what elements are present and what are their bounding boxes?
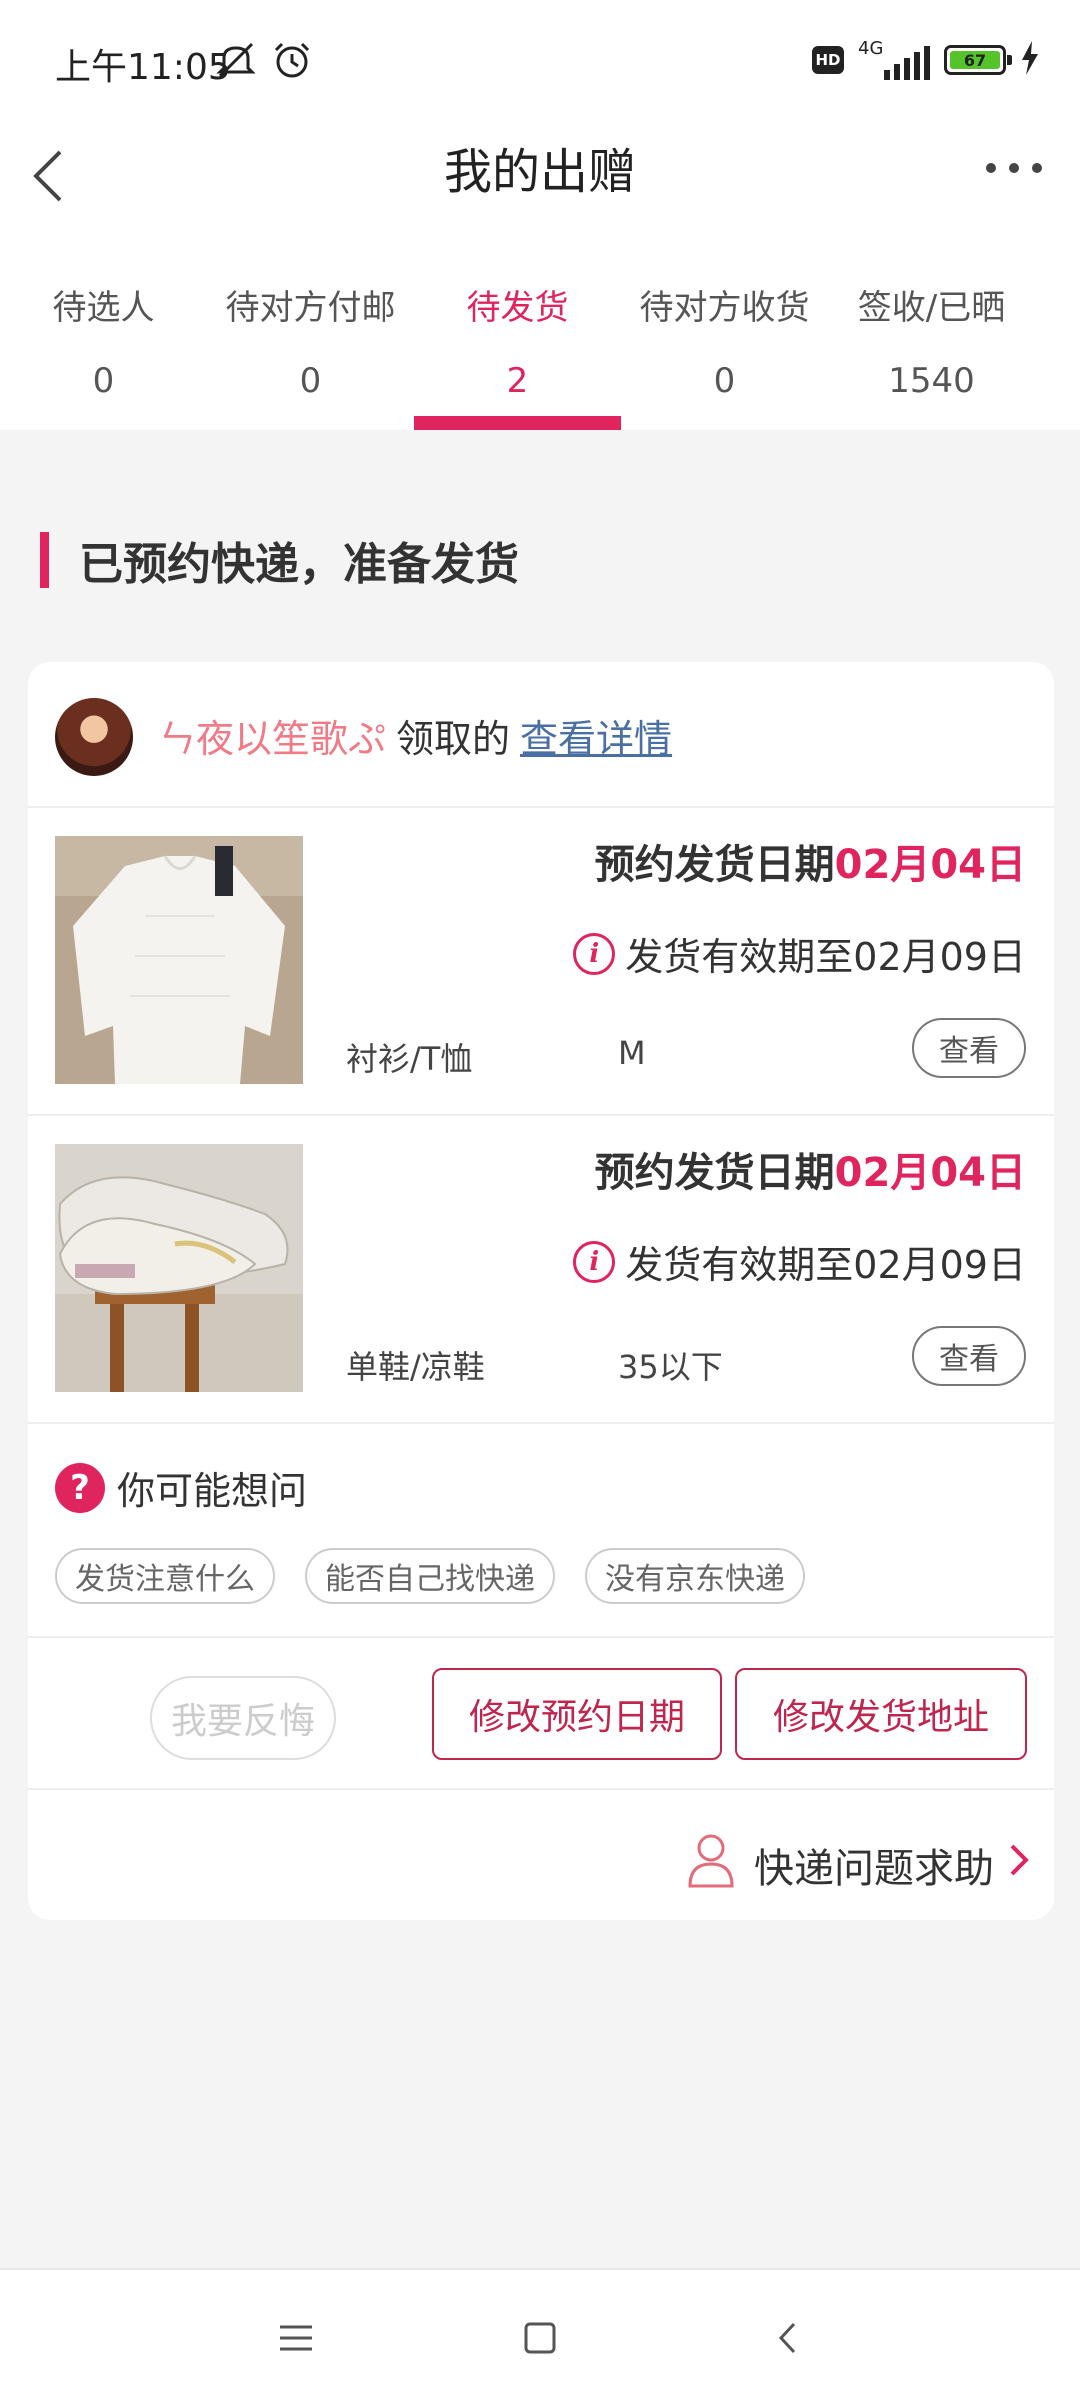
section-title: 已预约快递，准备发货	[40, 530, 519, 590]
battery-icon: 67	[944, 45, 1012, 75]
tab-label: 待选人	[52, 288, 155, 328]
ship-date-value: 02月04日	[834, 842, 1026, 888]
tab-count: 0	[92, 361, 115, 401]
faq-section: ? 你可能想问 发货注意什么 能否自己找快递 没有京东快递	[28, 1424, 1054, 1638]
claim-text: 领取的	[396, 717, 511, 761]
faq-chips: 发货注意什么 能否自己找快递 没有京东快递	[55, 1548, 805, 1604]
page-title: 我的出赠	[443, 144, 636, 200]
action-bar: 我要反悔 修改预约日期 修改发货地址	[28, 1638, 1054, 1790]
header: 我的出赠	[0, 120, 1080, 250]
item-category: 衬衫/T恤	[346, 1040, 473, 1078]
network-type: 4G	[858, 38, 884, 59]
ship-date-value: 02月04日	[834, 1150, 1026, 1196]
back-triangle-icon	[778, 2322, 796, 2354]
tab-pending-receive[interactable]: 待对方收货 0	[621, 250, 828, 430]
tab-count: 0	[299, 361, 322, 401]
charging-icon	[1020, 41, 1040, 79]
faq-chip-no-jd-express[interactable]: 没有京东快递	[585, 1548, 805, 1604]
ship-date: 预约发货日期02月04日	[595, 1140, 1026, 1198]
status-time: 上午11:05	[55, 47, 231, 88]
ship-date-label: 预约发货日期	[594, 842, 835, 888]
item-photo-shoes[interactable]	[55, 1144, 303, 1392]
back-nav-button[interactable]	[764, 2314, 812, 2362]
view-button[interactable]: 查看	[912, 1326, 1026, 1386]
tab-signed[interactable]: 签收/已晒 1540	[828, 250, 1035, 430]
valid-until: i 发货有效期至02月09日	[573, 1234, 1026, 1289]
valid-until: i 发货有效期至02月09日	[573, 926, 1026, 981]
hd-icon: HD	[812, 46, 844, 74]
faq-chip-own-courier[interactable]: 能否自己找快递	[305, 1548, 555, 1604]
valid-until-text: 发货有效期至02月09日	[625, 1243, 1026, 1287]
list-item: 预约发货日期02月04日 i 发货有效期至02月09日 衬衫/T恤 M 查看	[28, 808, 1054, 1116]
signal-icon: 4G	[858, 40, 930, 80]
tab-count: 2	[506, 361, 529, 401]
item-size: M	[618, 1034, 646, 1072]
view-button[interactable]: 查看	[912, 1018, 1026, 1078]
home-square-icon	[524, 2322, 556, 2354]
card-header: ㄣ夜以笙歌ぷ 领取的 查看详情	[28, 662, 1054, 808]
list-item: 预约发货日期02月04日 i 发货有效期至02月09日 单鞋/凉鞋 35以下 查…	[28, 1116, 1054, 1424]
change-date-button[interactable]: 修改预约日期	[432, 1668, 722, 1760]
chevron-right-icon	[1008, 1842, 1030, 1888]
item-photo-shirt[interactable]	[55, 836, 303, 1084]
menu-icon	[280, 2325, 312, 2351]
tab-label: 待对方收货	[639, 288, 810, 328]
avatar[interactable]	[55, 698, 133, 776]
battery-level: 67	[950, 51, 1000, 70]
person-icon	[686, 1832, 736, 1898]
info-icon: i	[573, 1240, 616, 1283]
tab-pending-select[interactable]: 待选人 0	[0, 250, 207, 430]
system-nav-bar	[0, 2268, 1080, 2400]
regret-button[interactable]: 我要反悔	[150, 1676, 336, 1760]
status-bar: 上午11:05 HD 4G 67	[0, 0, 1080, 120]
menu-nav-button[interactable]	[272, 2314, 320, 2362]
ship-date-label: 预约发货日期	[594, 1150, 835, 1196]
view-details-link[interactable]: 查看详情	[520, 708, 672, 763]
section-title-text: 已预约快递，准备发货	[79, 539, 519, 590]
tab-count: 0	[713, 361, 736, 401]
tab-pending-ship[interactable]: 待发货 2	[414, 250, 621, 430]
faq-chip-shipping-notes[interactable]: 发货注意什么	[55, 1548, 275, 1604]
valid-until-text: 发货有效期至02月09日	[625, 935, 1026, 979]
alarm-icon	[272, 40, 312, 84]
tab-label: 待对方付邮	[225, 288, 396, 328]
change-address-button[interactable]: 修改发货地址	[735, 1668, 1027, 1760]
item-category: 单鞋/凉鞋	[346, 1348, 485, 1386]
tab-count: 1540	[888, 361, 975, 401]
tab-label: 签收/已晒	[857, 288, 1006, 328]
status-tabs: 待选人 0 待对方付邮 0 待发货 2 待对方收货 0 签收/已晒 1540	[0, 250, 1080, 430]
order-card: ㄣ夜以笙歌ぷ 领取的 查看详情 预约发货日期02月04日 i 发货有效期至02月…	[28, 662, 1054, 1920]
courier-help-text: 快递问题求助	[754, 1846, 994, 1892]
mute-icon	[214, 40, 258, 84]
courier-help-link[interactable]: 快递问题求助	[686, 1830, 1030, 1900]
item-size: 35以下	[618, 1348, 723, 1386]
question-icon: ?	[55, 1462, 105, 1513]
tab-label: 待发货	[466, 288, 569, 328]
more-button[interactable]	[986, 148, 1042, 188]
recipient-nickname[interactable]: ㄣ夜以笙歌ぷ	[158, 708, 386, 763]
info-icon: i	[573, 932, 616, 975]
section-accent-bar	[40, 532, 49, 588]
tab-pending-postage[interactable]: 待对方付邮 0	[207, 250, 414, 430]
home-nav-button[interactable]	[516, 2314, 564, 2362]
more-dots-icon	[986, 163, 996, 173]
ship-date: 预约发货日期02月04日	[595, 832, 1026, 890]
faq-title: 你可能想问	[117, 1469, 308, 1513]
